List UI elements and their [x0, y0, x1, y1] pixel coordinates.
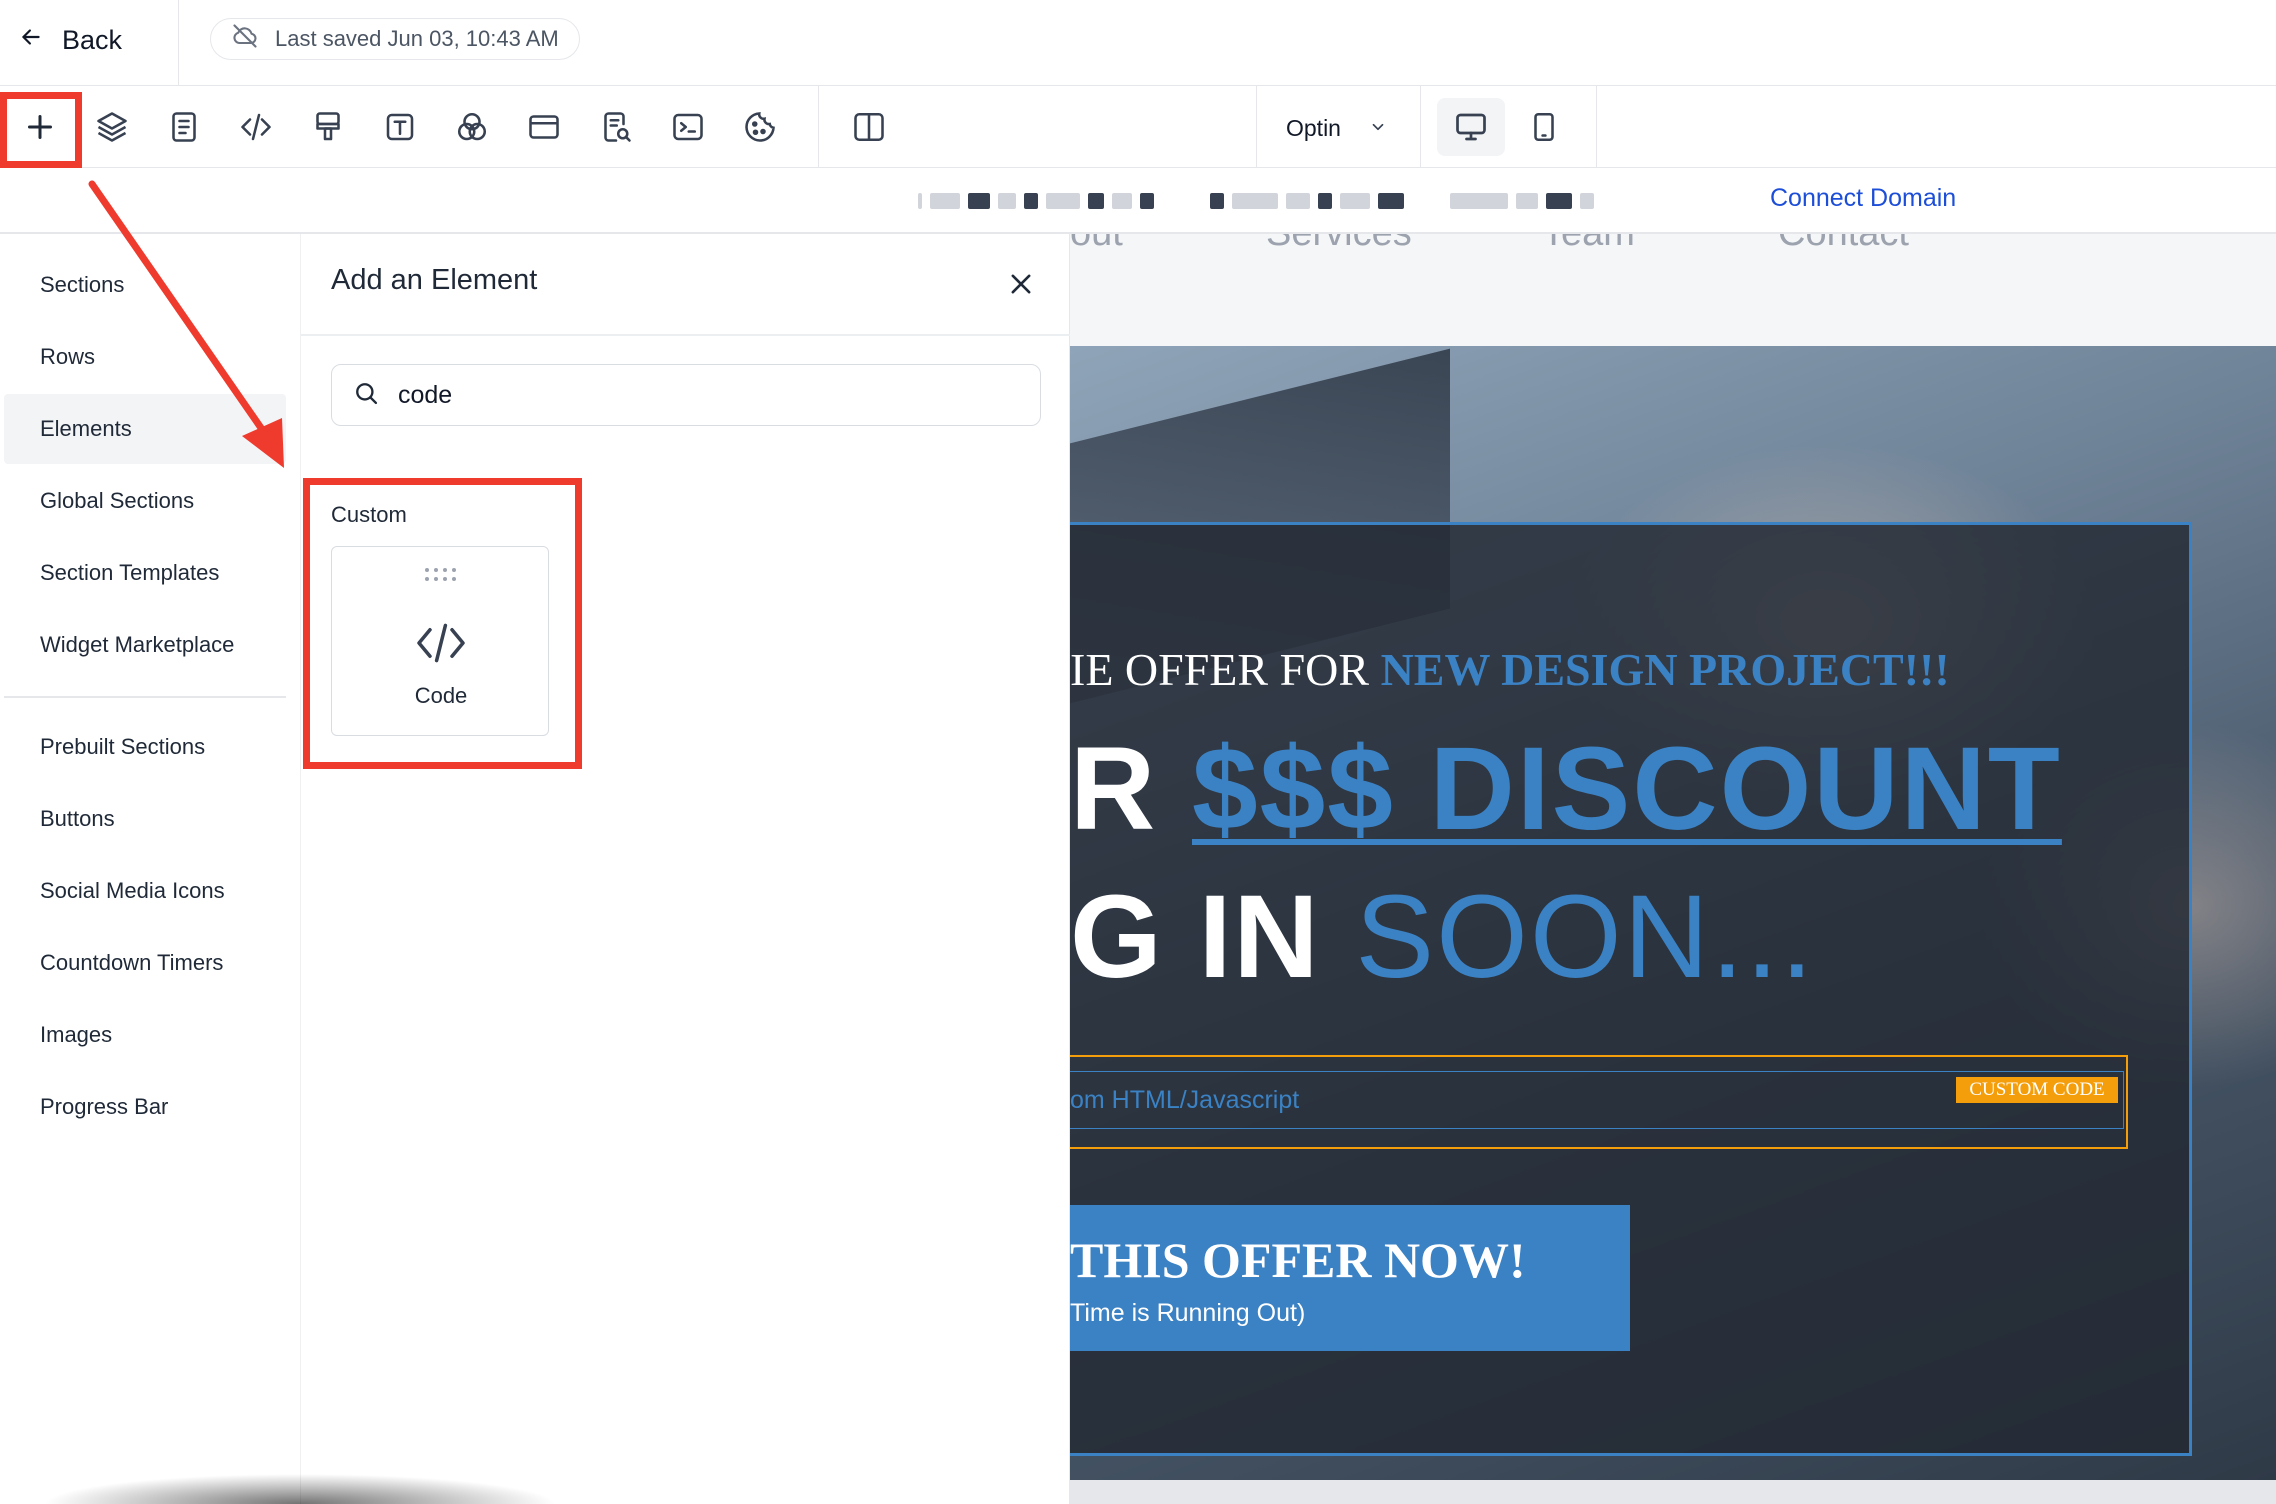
highlight-box [303, 478, 582, 769]
sidebar-item-label: Global Sections [40, 488, 195, 513]
sidebar-item-label: Sections [40, 272, 125, 297]
hero-headline-highlight: $$$ DISCOUNT [1192, 723, 2062, 855]
canvas-scrollbar[interactable] [1070, 1480, 2276, 1504]
left-sidebar: Sections Rows Elements Global Sections S… [0, 234, 300, 1504]
sidebar-item-label: Elements [40, 416, 132, 441]
nav-link-contact[interactable]: Contact [1778, 234, 1909, 255]
mode-select[interactable]: Optin [1286, 108, 1387, 148]
hero-section[interactable]: IE OFFER FOR NEW DESIGN PROJECT!!! R $$$… [1070, 346, 2276, 1480]
hero-kicker-text: IE OFFER FOR [1070, 644, 1381, 695]
split-view-icon[interactable] [844, 102, 894, 152]
sidebar-item-images[interactable]: Images [4, 1000, 286, 1070]
sidebar-item-label: Buttons [40, 806, 115, 831]
sidebar-item-countdown-timers[interactable]: Countdown Timers [4, 928, 286, 998]
custom-code-badge: CUSTOM CODE [1956, 1077, 2118, 1103]
sidebar-item-progress-bar[interactable]: Progress Bar [4, 1072, 286, 1142]
search-document-icon[interactable] [591, 102, 641, 152]
desktop-icon[interactable] [1437, 98, 1505, 156]
sidebar-item-global-sections[interactable]: Global Sections [4, 466, 286, 536]
hero-overlay: IE OFFER FOR NEW DESIGN PROJECT!!! R $$$… [1070, 522, 2192, 1456]
sidebar-item-label: Countdown Timers [40, 950, 224, 975]
nav-link-services[interactable]: Services [1266, 234, 1412, 255]
cta-title: THIS OFFER NOW! [1070, 1232, 1526, 1288]
divider [178, 0, 179, 86]
site-navbar: out Services Team Contact [1070, 234, 2276, 346]
hero-subheadline-text: G IN [1070, 871, 1356, 1003]
code-icon[interactable] [231, 102, 281, 152]
toolbar: Optin [0, 86, 2276, 168]
sidebar-item-widget-marketplace[interactable]: Widget Marketplace [4, 610, 286, 680]
sidebar-item-section-templates[interactable]: Section Templates [4, 538, 286, 608]
hero-kicker[interactable]: IE OFFER FOR NEW DESIGN PROJECT!!! [1070, 643, 1950, 696]
sidebar-item-label: Rows [40, 344, 96, 369]
sidebar-item-elements[interactable]: Elements [4, 394, 286, 464]
chevron-down-icon [1369, 115, 1387, 142]
back-label: Back [62, 24, 123, 55]
mode-select-label: Optin [1286, 114, 1341, 141]
divider [1256, 86, 1257, 168]
cloud-off-icon [231, 22, 259, 56]
close-icon[interactable] [1001, 264, 1041, 304]
save-status-text: Last saved Jun 03, 10:43 AM [275, 26, 559, 51]
panel-header: Add an Element [301, 234, 1071, 336]
back-button[interactable]: Back [18, 20, 122, 60]
nav-link-about[interactable]: out [1070, 234, 1123, 255]
sidebar-item-prebuilt-sections[interactable]: Prebuilt Sections [4, 712, 286, 782]
page-icon[interactable] [159, 102, 209, 152]
search-icon [352, 379, 380, 412]
paint-brush-icon[interactable] [303, 102, 353, 152]
mobile-icon[interactable] [1510, 98, 1578, 156]
sidebar-item-buttons[interactable]: Buttons [4, 784, 286, 854]
divider [1596, 86, 1597, 168]
domain-bar: Connect Domain [0, 168, 2276, 234]
browser-window-icon[interactable] [519, 102, 569, 152]
terminal-icon[interactable] [663, 102, 713, 152]
redacted-url [918, 188, 1594, 214]
layers-icon[interactable] [87, 102, 137, 152]
sidebar-item-social-media-icons[interactable]: Social Media Icons [4, 856, 286, 926]
page-canvas: out Services Team Contact IE OFFER FOR N… [1070, 234, 2276, 1504]
sidebar-item-label: Prebuilt Sections [40, 734, 206, 759]
hero-headline[interactable]: R $$$ DISCOUNT [1070, 721, 2062, 857]
divider [4, 696, 286, 698]
hero-headline-text: R [1070, 723, 1192, 855]
page-builder: Back Last saved Jun 03, 10:43 AM Optin C… [0, 0, 2276, 1504]
text-icon[interactable] [375, 102, 425, 152]
shadow [0, 1440, 640, 1504]
top-bar: Back Last saved Jun 03, 10:43 AM [0, 0, 2276, 86]
sidebar-item-rows[interactable]: Rows [4, 322, 286, 392]
sidebar-item-sections[interactable]: Sections [4, 250, 286, 320]
add-element-panel: Add an Element Custom Code [300, 234, 1071, 1504]
custom-code-text: om HTML/Javascript [1070, 1085, 1300, 1114]
hero-subheadline[interactable]: G IN SOON... [1070, 869, 1815, 1005]
divider [1420, 86, 1421, 168]
hero-kicker-highlight: NEW DESIGN PROJECT!!! [1380, 644, 1950, 695]
search-input[interactable] [398, 380, 998, 410]
cta-subtitle: Time is Running Out) [1070, 1299, 1306, 1327]
hero-subheadline-highlight: SOON... [1355, 871, 1816, 1003]
sidebar-item-label: Social Media Icons [40, 878, 225, 903]
highlight-box [0, 92, 82, 168]
sidebar-item-label: Section Templates [40, 560, 220, 585]
sidebar-item-label: Images [40, 1022, 113, 1047]
nav-link-team[interactable]: Team [1542, 234, 1635, 255]
panel-title: Add an Element [331, 264, 538, 296]
element-search[interactable] [331, 364, 1041, 426]
color-icon[interactable] [447, 102, 497, 152]
sidebar-item-label: Widget Marketplace [40, 632, 235, 657]
connect-domain-link[interactable]: Connect Domain [1770, 184, 1956, 213]
divider [818, 86, 819, 168]
save-status-badge: Last saved Jun 03, 10:43 AM [210, 18, 580, 60]
arrow-left-icon [18, 24, 44, 57]
cta-button[interactable]: THIS OFFER NOW! Time is Running Out) [1070, 1205, 1630, 1351]
cookie-icon[interactable] [735, 102, 785, 152]
sidebar-item-label: Progress Bar [40, 1094, 169, 1119]
